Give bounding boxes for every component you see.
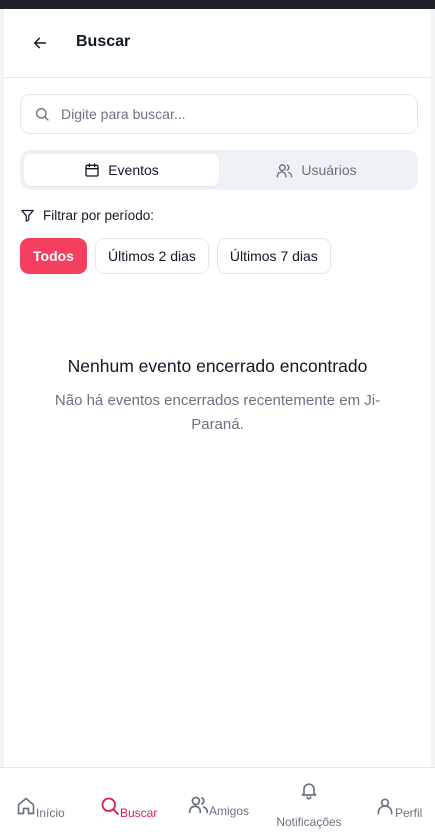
device-top-bar — [0, 0, 435, 9]
page-title: Buscar — [76, 33, 131, 50]
nav-label-perfil: Perfil — [395, 806, 423, 820]
search-icon — [33, 105, 51, 123]
nav-item-inicio[interactable]: Início — [16, 792, 65, 820]
home-icon — [17, 797, 35, 815]
nav-item-perfil[interactable]: Perfil — [375, 792, 422, 820]
nav-label-amigos: Amigos — [209, 804, 250, 818]
nav-label-notificacoes: Notificações — [276, 815, 342, 829]
users-icon — [188, 796, 209, 813]
filter-chip-2-dias[interactable]: Últimos 2 dias — [94, 238, 209, 274]
frame-left-edge — [0, 9, 4, 835]
tab-usuarios-label: Usuários — [301, 162, 357, 178]
app-header: Buscar — [4, 9, 431, 78]
nav-label-inicio: Início — [36, 806, 65, 820]
frame-right-edge — [431, 9, 435, 835]
search-field[interactable] — [20, 94, 418, 134]
empty-state-description: Não há eventos encerrados recentemente e… — [54, 392, 381, 433]
filter-icon — [21, 209, 34, 222]
search-input[interactable] — [61, 106, 391, 122]
nav-item-amigos[interactable]: Amigos — [188, 790, 249, 818]
empty-state-title: Nenhum evento encerrado encontrado — [67, 356, 368, 376]
nav-label-buscar: Buscar — [120, 806, 158, 820]
tab-eventos-label: Eventos — [108, 162, 159, 178]
search-icon — [101, 797, 119, 815]
filter-chip-todos[interactable]: Todos — [20, 238, 87, 274]
empty-state: Nenhum evento encerrado encontrado Não h… — [30, 356, 405, 437]
user-icon — [377, 798, 393, 815]
search-type-tabs: Eventos Usuários — [20, 150, 418, 190]
period-filter-chips: Todos Últimos 2 dias Últimos 7 dias — [20, 238, 331, 274]
nav-item-buscar[interactable]: Buscar — [100, 792, 157, 820]
filter-label-text: Filtrar por período: — [43, 208, 155, 223]
tab-eventos[interactable]: Eventos — [24, 154, 219, 186]
back-button[interactable] — [28, 31, 52, 55]
filter-section-label: Filtrar por período: — [20, 208, 154, 223]
bottom-navigation: Início Buscar Amigos Notificações Perfil — [0, 767, 435, 835]
arrow-left-icon — [33, 37, 47, 49]
calendar-icon — [85, 163, 99, 177]
nav-item-notificacoes[interactable]: Notificações — [272, 780, 346, 829]
filter-chip-7-dias[interactable]: Últimos 7 dias — [216, 238, 331, 274]
tab-usuarios[interactable]: Usuários — [219, 154, 414, 186]
bell-icon — [301, 783, 317, 800]
users-icon — [277, 163, 293, 178]
